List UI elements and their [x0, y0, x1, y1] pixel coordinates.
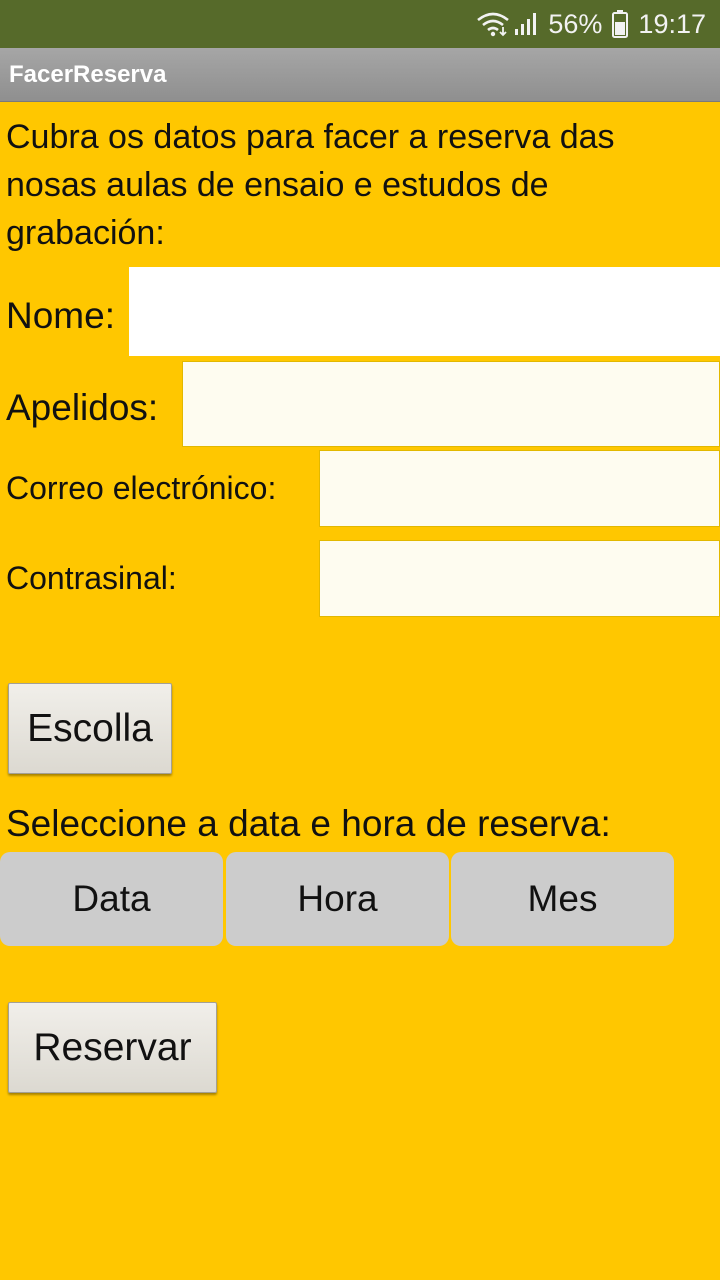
- app-title: FacerReserva: [9, 61, 167, 88]
- date-button[interactable]: Data: [0, 852, 223, 946]
- battery-icon: [612, 10, 629, 38]
- choose-button-label: Escolla: [27, 706, 153, 750]
- status-icons: 56% 19:17: [476, 0, 706, 48]
- password-label: Contrasinal:: [6, 560, 177, 596]
- reserve-button-label: Reservar: [33, 1025, 192, 1069]
- intro-text: Cubra os datos para facer a reserva das …: [6, 118, 615, 252]
- name-label: Nome:: [6, 295, 115, 336]
- choose-button[interactable]: Escolla: [8, 683, 172, 774]
- reserve-button[interactable]: Reservar: [8, 1002, 217, 1093]
- date-prompt: Seleccione a data e hora de reserva:: [6, 803, 611, 844]
- time-button-label: Hora: [297, 878, 378, 919]
- email-field[interactable]: [319, 450, 720, 527]
- time-button[interactable]: Hora: [226, 852, 449, 946]
- signal-icon: [514, 12, 538, 36]
- wifi-icon: [476, 11, 510, 37]
- email-label: Correo electrónico:: [6, 470, 277, 506]
- password-field[interactable]: [319, 540, 720, 617]
- date-button-label: Data: [72, 878, 151, 919]
- month-button-label: Mes: [527, 878, 598, 919]
- status-bar: 56% 19:17: [0, 0, 720, 48]
- battery-percent: 56%: [548, 8, 603, 39]
- clock: 19:17: [638, 8, 706, 39]
- month-button[interactable]: Mes: [451, 852, 674, 946]
- title-bar: FacerReserva: [0, 48, 720, 102]
- surname-label: Apelidos:: [6, 387, 159, 428]
- surname-field[interactable]: [182, 361, 720, 447]
- name-field[interactable]: [129, 267, 720, 356]
